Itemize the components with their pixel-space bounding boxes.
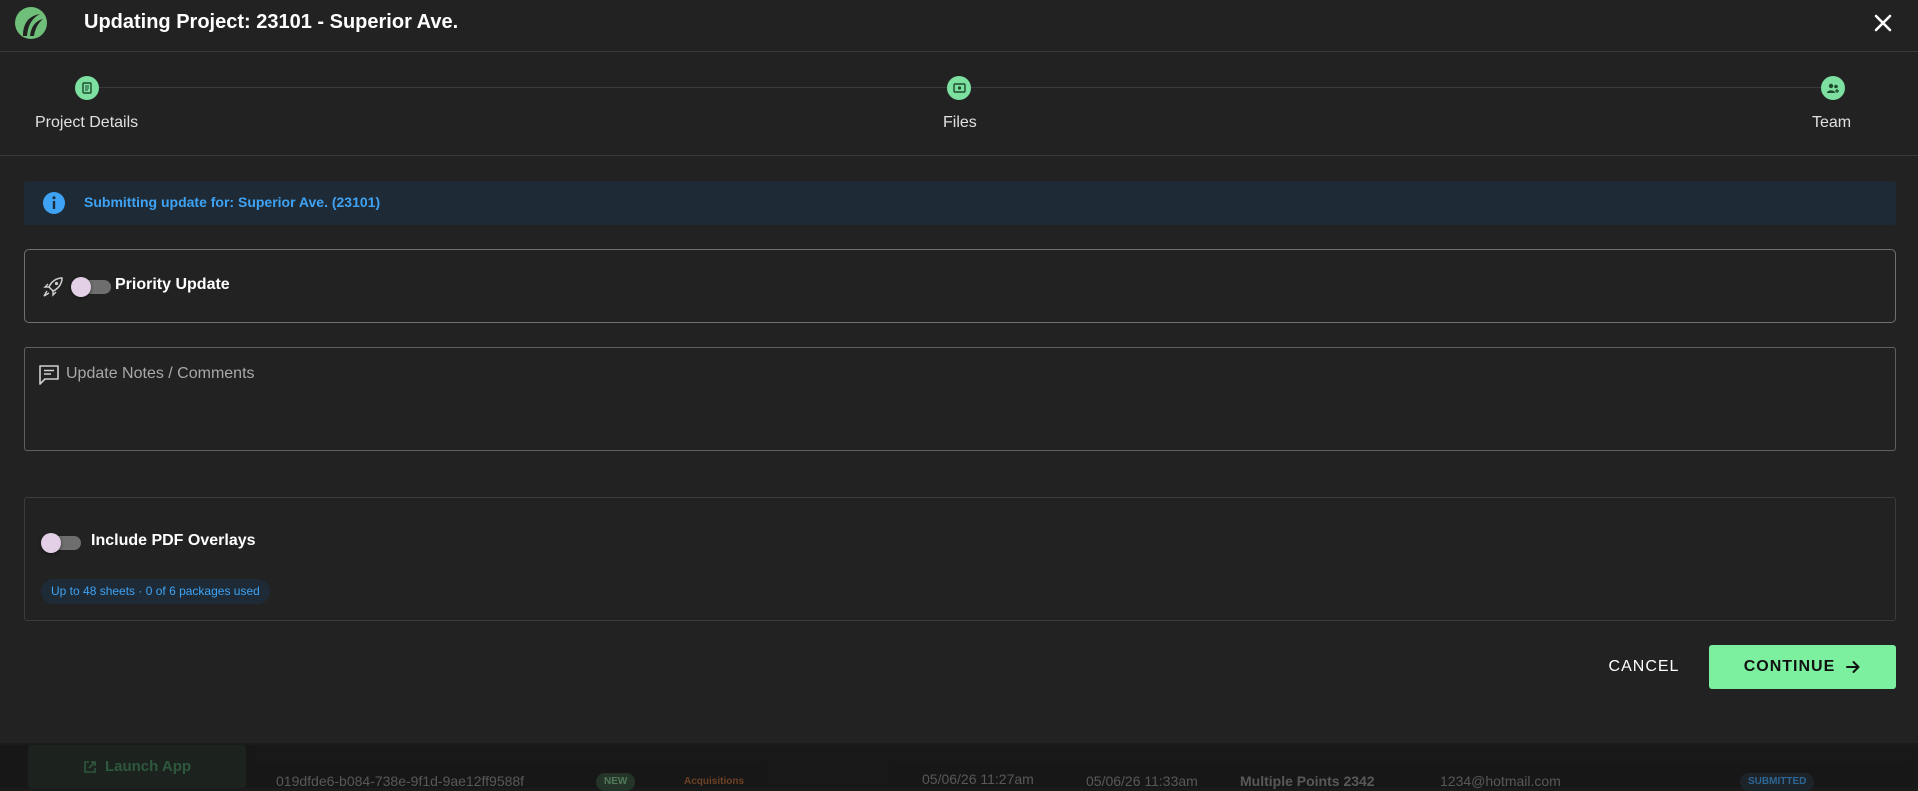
progress-stepper: Project Details Files Team — [0, 52, 1918, 156]
cancel-button[interactable]: CANCEL — [1594, 645, 1694, 689]
status-badge: SUBMITTED — [1740, 773, 1815, 791]
row-id: 019dfde6-b084-738e-9f1d-9ae12ff9588f — [276, 773, 525, 789]
team-icon — [1827, 83, 1839, 93]
step-files[interactable]: Files — [943, 114, 977, 132]
modal-title: Updating Project: 23101 - Superior Ave. — [84, 11, 459, 33]
priority-update-label: Priority Update — [115, 276, 230, 293]
continue-button[interactable]: CONTINUE — [1709, 645, 1896, 689]
toggle-knob — [41, 533, 61, 553]
info-icon — [43, 192, 65, 214]
rocket-icon — [43, 277, 63, 297]
info-banner-text: Submitting update for: Superior Ave. (23… — [84, 194, 381, 210]
pdf-overlays-label: Include PDF Overlays — [91, 532, 256, 549]
close-icon[interactable] — [1870, 10, 1896, 36]
document-icon — [82, 82, 92, 94]
folder-icon — [952, 83, 966, 93]
modal-header: Updating Project: 23101 - Superior Ave. — [0, 0, 1918, 52]
toggle-knob — [71, 277, 91, 297]
pdf-usage-chip: Up to 48 sheets · 0 of 6 packages used — [41, 579, 270, 604]
app-logo-icon — [15, 7, 47, 39]
pdf-overlays-toggle[interactable] — [41, 533, 81, 553]
continue-button-label: CONTINUE — [1743, 658, 1836, 675]
row-project: Multiple Points 2342 — [1240, 773, 1375, 789]
row-created: 05/06/26 11:27am — [922, 771, 1034, 787]
step-project-details-indicator — [75, 76, 99, 100]
arrow-right-icon — [1846, 661, 1860, 673]
background-table-row: Launch App 019dfde6-b084-738e-9f1d-9ae12… — [0, 745, 1918, 791]
update-notes-placeholder: Update Notes / Comments — [66, 365, 255, 382]
row-updated: 05/06/26 11:33am — [1086, 773, 1198, 789]
comment-icon — [39, 365, 59, 385]
info-banner: Submitting update for: Superior Ave. (23… — [24, 181, 1896, 225]
step-team[interactable]: Team — [1812, 114, 1851, 132]
new-badge: NEW — [596, 773, 636, 791]
external-link-icon — [84, 760, 96, 773]
update-project-modal: Updating Project: 23101 - Superior Ave. … — [0, 0, 1918, 743]
row-email: 1234@hotmail.com — [1440, 773, 1561, 789]
step-project-details[interactable]: Project Details — [35, 114, 138, 132]
step-team-indicator — [1821, 76, 1845, 100]
pdf-overlays-card: Include PDF Overlays Up to 48 sheets · 0… — [24, 497, 1896, 621]
update-notes-field[interactable]: Update Notes / Comments — [24, 347, 1896, 451]
step-files-indicator — [947, 76, 971, 100]
launch-app-button: Launch App — [28, 745, 246, 788]
launch-app-label: Launch App — [104, 758, 192, 775]
priority-update-toggle[interactable] — [71, 277, 111, 297]
priority-update-card: Priority Update — [24, 249, 1896, 323]
type-badge: Acquisitions — [684, 776, 745, 787]
